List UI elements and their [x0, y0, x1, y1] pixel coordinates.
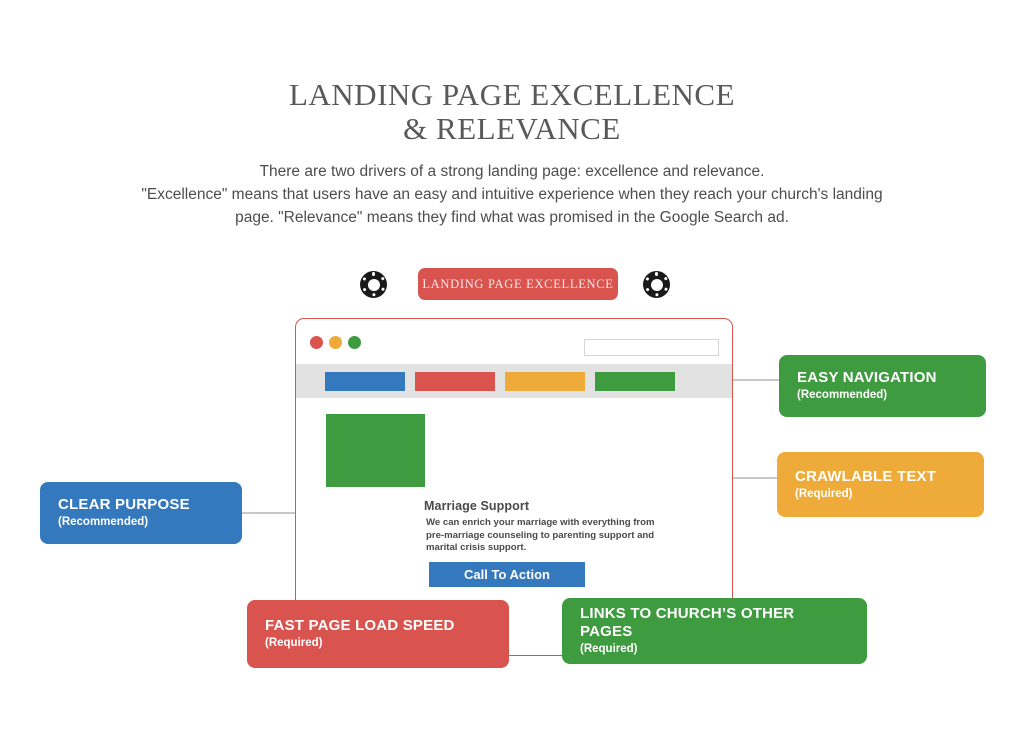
intro-paragraph: There are two drivers of a strong landin… [112, 160, 912, 229]
intro-line-2: "Excellence" means that users have an ea… [141, 186, 883, 203]
browser-titlebar [296, 319, 732, 364]
callout-easy-navigation: EASY NAVIGATION (Recommended) [779, 355, 986, 417]
callout-title: EASY NAVIGATION [797, 369, 937, 386]
content-body-line-1: We can enrich your marriage with everyth… [426, 517, 655, 528]
window-maximize-dot[interactable] [348, 336, 361, 349]
callout-subtitle: (Required) [580, 643, 638, 655]
content-body-line-2: pre-marriage counseling to parenting sup… [426, 529, 655, 541]
content-body-line-3: marital crisis support. [426, 542, 527, 554]
infographic-canvas: LANDING PAGE EXCELLENCE & RELEVANCE Ther… [0, 0, 1024, 754]
search-input[interactable] [584, 339, 719, 356]
callout-subtitle: (Recommended) [797, 389, 888, 401]
section-banner: LANDING PAGE EXCELLENCE [360, 268, 670, 302]
hero-image-placeholder [326, 414, 425, 487]
callout-title: CRAWLABLE TEXT [795, 467, 937, 485]
nav-block-3[interactable] [505, 372, 585, 391]
page-title-line-2: & RELEVANCE [403, 111, 621, 146]
callout-subtitle: (Required) [795, 487, 853, 500]
banner-label: LANDING PAGE EXCELLENCE [418, 268, 618, 300]
content-heading: Marriage Support [424, 499, 530, 513]
window-close-dot[interactable] [310, 336, 323, 349]
callout-subtitle: (Recommended) [58, 516, 149, 528]
callout-title: LINKS TO CHURCH’S OTHER PAGES [580, 605, 795, 640]
call-to-action-button[interactable]: Call To Action [429, 562, 585, 587]
nav-block-4[interactable] [595, 372, 675, 391]
callout-title: CLEAR PURPOSE [58, 496, 190, 513]
callout-clear-purpose: CLEAR PURPOSE (Recommended) [40, 482, 242, 544]
page-title: LANDING PAGE EXCELLENCE & RELEVANCE [0, 78, 1024, 146]
callout-links-to-church-other-pages: LINKS TO CHURCH’S OTHER PAGES (Required) [562, 598, 867, 664]
page-title-line-1: LANDING PAGE EXCELLENCE [288, 77, 736, 112]
intro-line-3: page. "Relevance" means they find what w… [235, 209, 789, 226]
nav-block-1[interactable] [325, 372, 405, 391]
content-body-text: We can enrich your marriage with everyth… [426, 517, 658, 555]
callout-title: FAST PAGE LOAD SPEED [265, 617, 455, 634]
site-navigation-bar [296, 364, 732, 398]
callout-crawlable-text: CRAWLABLE TEXT (Required) [777, 452, 984, 517]
window-minimize-dot[interactable] [329, 336, 342, 349]
callout-fast-page-load-speed: FAST PAGE LOAD SPEED (Required) [247, 600, 509, 668]
gear-icon [360, 271, 387, 298]
intro-line-1: There are two drivers of a strong landin… [259, 163, 765, 180]
gear-icon [643, 271, 670, 298]
callout-subtitle: (Required) [265, 637, 323, 649]
nav-block-2[interactable] [415, 372, 495, 391]
